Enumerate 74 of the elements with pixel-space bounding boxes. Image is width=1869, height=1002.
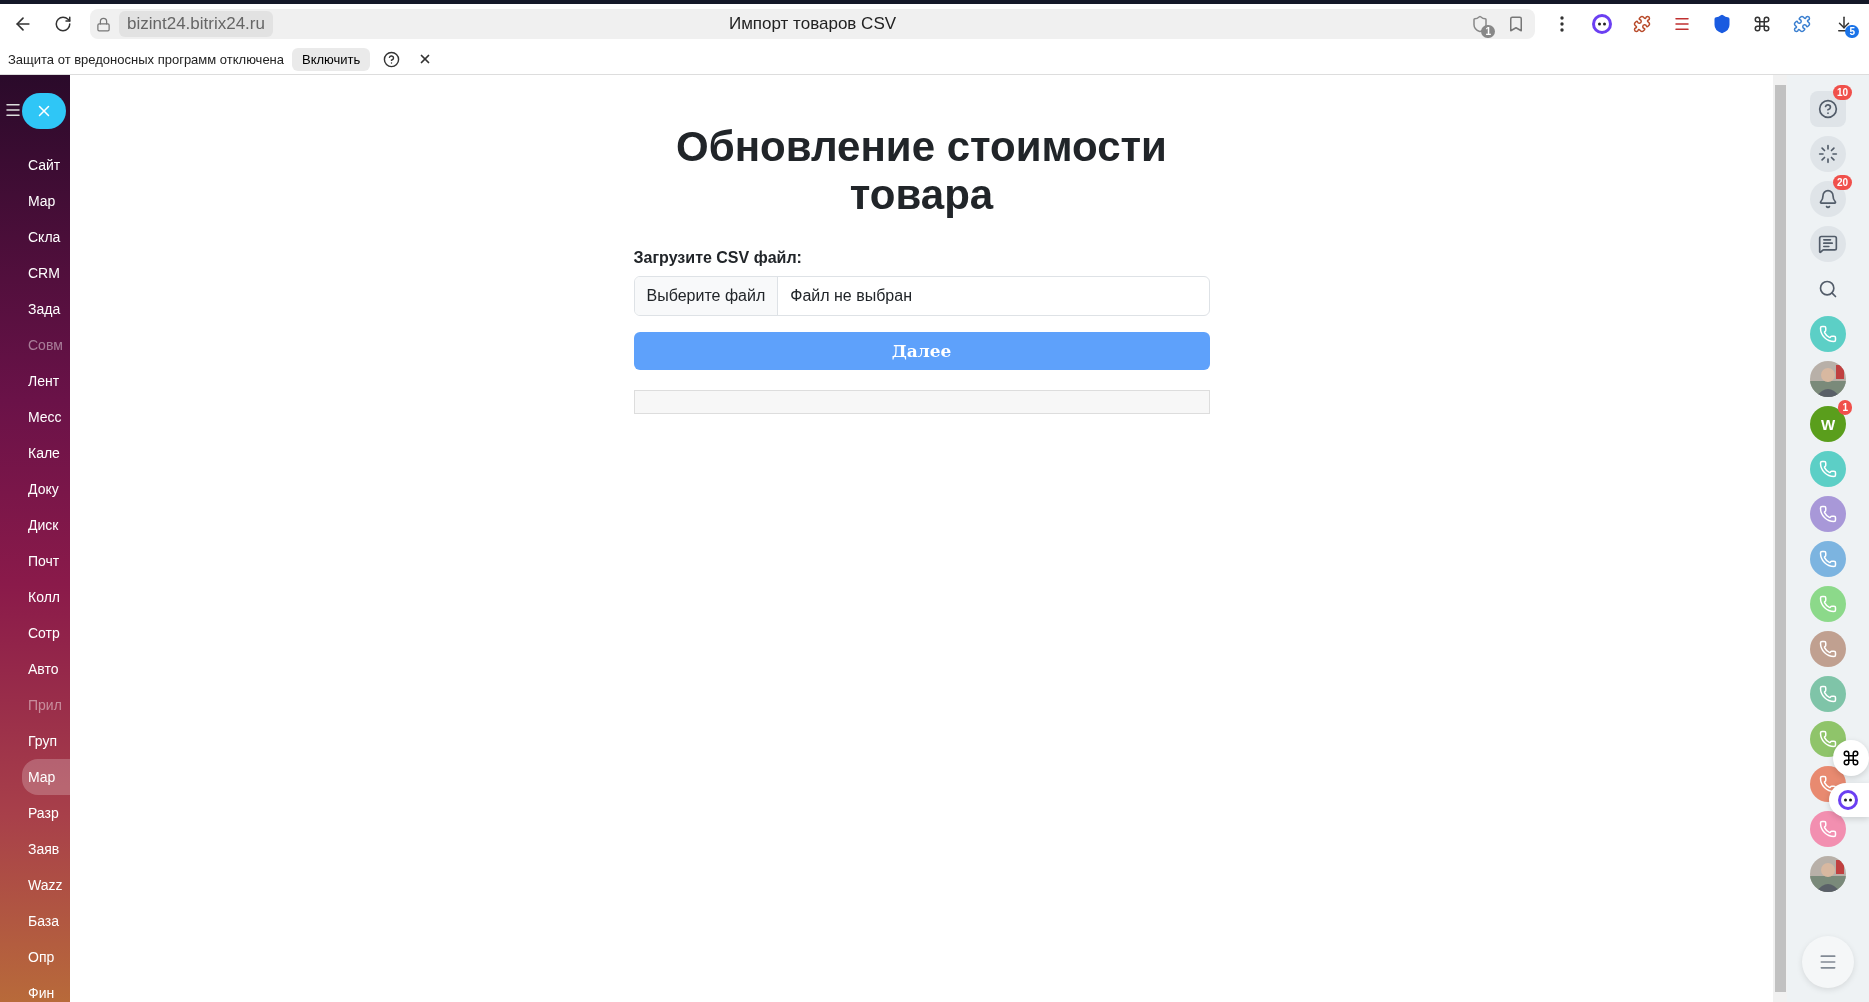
sidebar-item[interactable]: Месс bbox=[0, 399, 70, 435]
copilot-button[interactable] bbox=[1810, 136, 1846, 172]
sidebar-item[interactable]: Разр bbox=[0, 795, 70, 831]
sidebar-item[interactable]: Совм bbox=[0, 327, 70, 363]
count-badge: 10 bbox=[1832, 85, 1852, 100]
phone-icon bbox=[1819, 820, 1837, 838]
sidebar-item[interactable]: Опр bbox=[0, 939, 70, 975]
sidebar-item[interactable]: Кале bbox=[0, 435, 70, 471]
extension-button[interactable] bbox=[1589, 11, 1615, 37]
puzzle-icon bbox=[1793, 15, 1811, 33]
sidebar-item[interactable]: Почт bbox=[0, 543, 70, 579]
close-button[interactable] bbox=[22, 93, 66, 129]
sidebar-item[interactable]: Груп bbox=[0, 723, 70, 759]
sidebar-item[interactable]: Зада bbox=[0, 291, 70, 327]
apps-button[interactable] bbox=[1833, 740, 1869, 776]
bookmark-icon bbox=[1507, 15, 1525, 33]
help-icon bbox=[382, 50, 400, 68]
puzzle-icon bbox=[1633, 15, 1651, 33]
phone-icon bbox=[1819, 595, 1837, 613]
bell-icon bbox=[1818, 189, 1838, 209]
page-heading: Обновление стоимости товара bbox=[675, 123, 1168, 219]
help-icon bbox=[1818, 99, 1838, 119]
phone-icon bbox=[1819, 325, 1837, 343]
count-badge: 20 bbox=[1832, 175, 1852, 190]
search-icon bbox=[1818, 279, 1838, 299]
command-icon bbox=[1753, 15, 1771, 33]
menu-icon bbox=[1818, 952, 1838, 972]
file-input[interactable]: Выберите файл Файл не выбран bbox=[633, 276, 1210, 316]
phone-icon bbox=[1819, 460, 1837, 478]
warning-text: Защита от вредоносных программ отключена bbox=[8, 51, 285, 67]
sidebar-item[interactable]: Лент bbox=[0, 363, 70, 399]
chat-button[interactable] bbox=[1810, 226, 1846, 262]
more-icon bbox=[1560, 16, 1564, 32]
phone-icon bbox=[1819, 550, 1837, 568]
sidebar-item[interactable]: Мар bbox=[0, 183, 70, 219]
count-badge: 1 bbox=[1838, 400, 1852, 415]
bot-icon bbox=[1837, 789, 1859, 811]
reload-icon bbox=[54, 15, 72, 33]
field-label: Загрузите CSV файл: bbox=[633, 249, 803, 267]
command-icon bbox=[1842, 749, 1860, 767]
phone-icon bbox=[1819, 505, 1837, 523]
sidebar-item[interactable]: Сайт bbox=[0, 147, 70, 183]
sidebar-item[interactable]: Диск bbox=[0, 507, 70, 543]
page-title: Импорт товаров CSV bbox=[728, 14, 897, 34]
assistant-tooltip[interactable] bbox=[1829, 783, 1869, 817]
bot-icon bbox=[1591, 13, 1613, 35]
protection-button[interactable]: 1 bbox=[1465, 9, 1495, 39]
download-button[interactable]: 5 bbox=[1829, 9, 1859, 39]
menu-icon[interactable] bbox=[4, 101, 22, 119]
sidebar-item[interactable]: Заяв bbox=[0, 831, 70, 867]
call-button[interactable] bbox=[1810, 496, 1846, 532]
phone-icon bbox=[1819, 685, 1837, 703]
sidebar-item[interactable]: Сотр bbox=[0, 615, 70, 651]
shield-icon bbox=[1712, 14, 1732, 34]
sidebar-item[interactable]: Фин bbox=[0, 975, 70, 1002]
sidebar-item[interactable]: Мар bbox=[22, 759, 70, 795]
sidebar-item[interactable]: База bbox=[0, 903, 70, 939]
enable-button[interactable]: Включить bbox=[292, 47, 371, 71]
lines-icon bbox=[1673, 15, 1691, 33]
phone-icon bbox=[1819, 640, 1837, 658]
sidebar-item[interactable]: Авто bbox=[0, 651, 70, 687]
phone-icon bbox=[1819, 730, 1837, 748]
sidebar-item[interactable]: CRM bbox=[0, 255, 70, 291]
shield-icon bbox=[1471, 15, 1489, 33]
lock-icon bbox=[96, 16, 111, 32]
sidebar-item[interactable]: Доку bbox=[0, 471, 70, 507]
url-text: bizint24.bitrix24.ru bbox=[119, 11, 273, 37]
sidebar-item[interactable]: Колл bbox=[0, 579, 70, 615]
scrollbar[interactable] bbox=[1774, 85, 1786, 992]
address-bar[interactable]: bizint24.bitrix24.ru Импорт товаров CSV 1 bbox=[90, 9, 1535, 39]
chat-icon bbox=[1818, 234, 1838, 254]
sidebar-item[interactable]: Wazz bbox=[0, 867, 70, 903]
spinner-icon bbox=[1818, 144, 1838, 164]
sidebar-item[interactable]: Скла bbox=[0, 219, 70, 255]
